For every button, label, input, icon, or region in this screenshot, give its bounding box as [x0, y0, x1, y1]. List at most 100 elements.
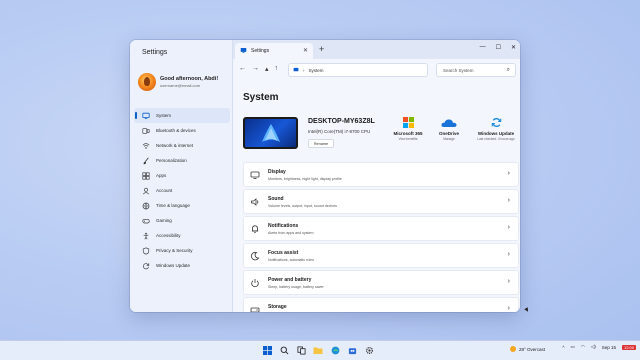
profile-greeting: Good afternoon, Abdi!: [160, 76, 219, 82]
chevron-up-icon[interactable]: ^: [562, 345, 564, 350]
address-path: System: [308, 67, 324, 73]
system-tray: ^ ▭ ◠ ◁) Sep 15 12:00: [562, 344, 636, 350]
sidebar-item-system[interactable]: System: [134, 108, 230, 123]
device-image: [243, 117, 298, 149]
sidebar-item-label: Gaming: [156, 218, 172, 223]
address-monitor-icon: [293, 67, 299, 72]
app-title: Settings: [142, 49, 168, 56]
sidebar-item-windows-update[interactable]: Windows Update: [134, 258, 230, 273]
setting-row-power[interactable]: Power and battery Sleep, battery usage, …: [243, 270, 519, 295]
quick-link-label: Windows Update: [477, 131, 515, 136]
search-input[interactable]: Search System ⌕: [436, 63, 516, 77]
sidebar-item-network[interactable]: Network & internet: [134, 138, 230, 153]
store-icon: [348, 348, 356, 355]
back-arrow-icon[interactable]: ←: [239, 65, 246, 73]
onedrive-icon: [426, 116, 472, 129]
address-field[interactable]: › System: [288, 63, 428, 77]
quick-link-label: Microsoft 365: [393, 131, 423, 136]
storage-icon: [250, 307, 260, 312]
setting-row-sound[interactable]: Sound Volume levels, output, input, soun…: [243, 189, 519, 214]
settings-window: Settings Good afternoon, Abdi! username@…: [130, 40, 520, 312]
quick-link-microsoft-365[interactable]: Microsoft 365 View benefits: [385, 116, 431, 141]
forward-arrow-icon[interactable]: →: [252, 65, 259, 73]
chevron-right-icon: ›: [507, 278, 510, 285]
windows-logo-icon: [262, 346, 272, 355]
setting-title: Display: [268, 169, 286, 175]
main-content: Settings ✕ + — ☐ ✕ ← → ▴ ↑ › System Sear…: [233, 40, 520, 312]
wifi-icon[interactable]: ◠: [581, 344, 585, 350]
avatar[interactable]: [138, 73, 156, 91]
battery-icon[interactable]: ▭: [571, 344, 575, 350]
address-bar: ← → ▴ ↑ › System Search System ⌕: [233, 63, 520, 79]
taskbar-file-explorer[interactable]: [312, 344, 324, 357]
setting-desc: Monitors, brightness, night light, displ…: [268, 177, 342, 181]
quick-link-onedrive[interactable]: OneDrive Manage: [426, 116, 472, 141]
sidebar: Settings Good afternoon, Abdi! username@…: [130, 40, 233, 312]
quick-link-sub: Manage: [443, 137, 455, 141]
profile[interactable]: Good afternoon, Abdi! username@email.com: [138, 73, 218, 91]
chevron-right-icon: ›: [507, 170, 510, 177]
sidebar-item-label: Accessibility: [156, 233, 181, 238]
close-button[interactable]: ✕: [511, 44, 516, 51]
weather-text: 28° Overcast: [519, 346, 546, 352]
recent-arrow-icon[interactable]: ▴: [265, 65, 269, 73]
new-tab-button[interactable]: +: [319, 44, 324, 54]
sidebar-item-label: Personalization: [156, 158, 187, 163]
volume-icon[interactable]: ◁): [591, 344, 596, 350]
setting-desc: Alerts from apps and system: [268, 231, 314, 235]
mouse-cursor-icon: [524, 307, 530, 313]
settings-list: Display Monitors, brightness, night ligh…: [243, 162, 519, 312]
taskbar-settings[interactable]: [363, 344, 375, 357]
setting-row-storage[interactable]: Storage ›: [243, 297, 519, 312]
tray-date[interactable]: Sep 15: [602, 345, 616, 350]
setting-row-display[interactable]: Display Monitors, brightness, night ligh…: [243, 162, 519, 187]
tab-close-icon[interactable]: ✕: [303, 47, 308, 54]
sidebar-item-accessibility[interactable]: Accessibility: [134, 228, 230, 243]
search-icon[interactable]: ⌕: [507, 67, 510, 74]
sidebar-item-label: Windows Update: [156, 263, 191, 268]
start-button[interactable]: [261, 344, 273, 357]
chevron-right-icon: ›: [507, 305, 510, 312]
task-view-button[interactable]: [295, 344, 307, 357]
page-title: System: [243, 92, 279, 103]
maximize-button[interactable]: ☐: [496, 44, 501, 51]
gear-icon: [365, 346, 373, 355]
folder-icon: [313, 347, 323, 354]
sidebar-nav: System Bluetooth & devices Network & int…: [134, 108, 230, 273]
setting-title: Focus assist: [268, 250, 299, 256]
sidebar-item-privacy[interactable]: Privacy & Security: [134, 243, 230, 258]
window-controls: — ☐ ✕: [480, 44, 516, 51]
edge-icon: [331, 346, 339, 355]
tray-time[interactable]: 12:00: [621, 344, 636, 350]
gamepad-icon: [142, 217, 150, 225]
chevron-right-icon: ›: [303, 67, 305, 73]
sidebar-item-bluetooth[interactable]: Bluetooth & devices: [134, 123, 230, 138]
device-name: DESKTOP-MY63Z8L: [308, 118, 375, 125]
weather-widget[interactable]: 28° Overcast: [510, 346, 545, 352]
setting-title: Power and battery: [268, 277, 312, 283]
tab-settings[interactable]: Settings ✕: [235, 43, 313, 59]
sidebar-item-label: Time & language: [156, 203, 190, 208]
sidebar-item-personalization[interactable]: Personalization: [134, 153, 230, 168]
minimize-button[interactable]: —: [480, 44, 486, 51]
setting-row-notifications[interactable]: Notifications Alerts from apps and syste…: [243, 216, 519, 241]
sidebar-item-time-language[interactable]: Time & language: [134, 198, 230, 213]
microsoft-365-icon: [385, 116, 431, 129]
setting-desc: Notifications, automatic rules: [268, 258, 314, 262]
sidebar-item-label: System: [156, 113, 172, 118]
sidebar-item-account[interactable]: Account: [134, 183, 230, 198]
search-placeholder: Search System: [443, 67, 474, 73]
shield-icon: [142, 246, 150, 255]
sidebar-item-apps[interactable]: Apps: [134, 168, 230, 183]
setting-desc: Sleep, battery usage, battery saver: [268, 285, 324, 289]
taskbar-edge[interactable]: [329, 344, 341, 357]
chevron-right-icon: ›: [507, 224, 510, 231]
quick-link-windows-update[interactable]: Windows Update Last checked: 4 hours ago: [473, 116, 519, 141]
taskbar-search-button[interactable]: [278, 344, 290, 357]
up-arrow-icon[interactable]: ↑: [275, 65, 279, 73]
taskbar-store[interactable]: [346, 344, 358, 357]
sidebar-item-gaming[interactable]: Gaming: [134, 213, 230, 228]
rename-button[interactable]: Rename: [308, 139, 334, 148]
power-icon: [251, 279, 259, 288]
setting-row-focus-assist[interactable]: Focus assist Notifications, automatic ru…: [243, 243, 519, 268]
